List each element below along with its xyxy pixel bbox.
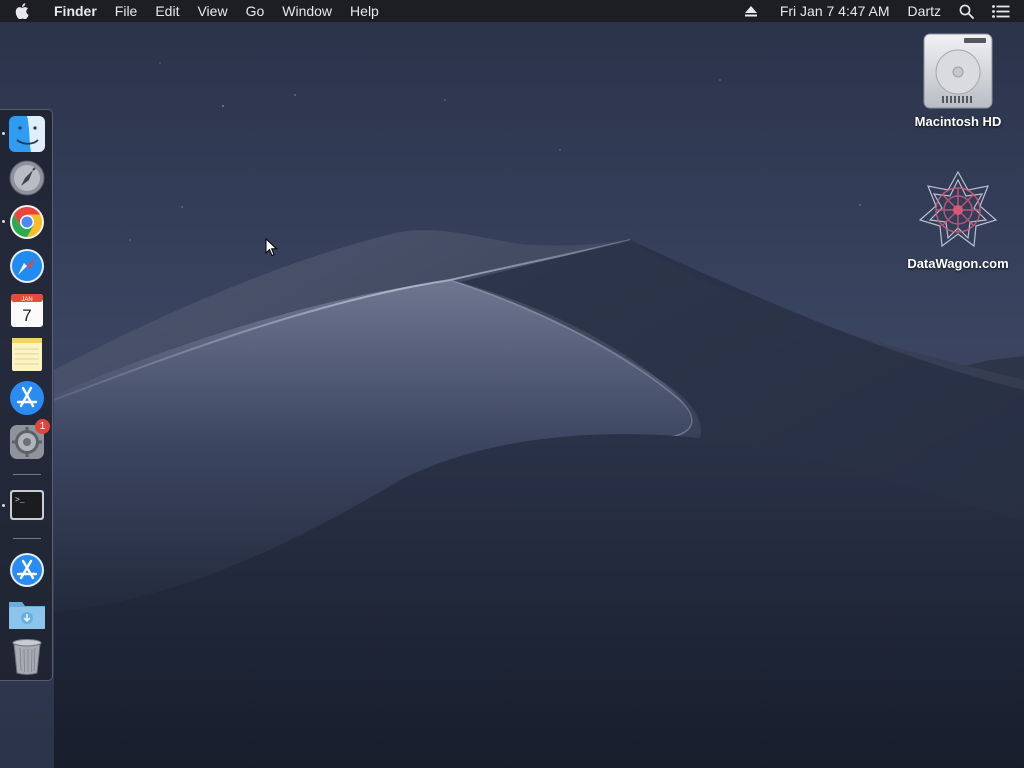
- desktop-icon-macintosh-hd[interactable]: Macintosh HD: [898, 32, 1018, 129]
- dock-item-trash[interactable]: [8, 638, 46, 676]
- menu-help[interactable]: Help: [341, 0, 388, 22]
- desktop-icon-label: Macintosh HD: [914, 114, 1002, 129]
- menu-app-finder[interactable]: Finder: [44, 0, 106, 22]
- menubar-user-name[interactable]: Dartz: [899, 0, 950, 22]
- dock-separator: [13, 538, 41, 539]
- desktop-wallpaper: [0, 0, 1024, 768]
- dock-item-chrome[interactable]: [8, 203, 46, 241]
- running-indicator: [2, 504, 5, 507]
- badge-count: 1: [39, 421, 46, 432]
- terminal-prompt: >_: [15, 496, 25, 505]
- datawagon-logo-icon: [918, 170, 998, 248]
- spotlight-search-icon[interactable]: [950, 0, 983, 22]
- calendar-day-label: 7: [22, 306, 31, 325]
- mouse-cursor-icon: [265, 238, 278, 257]
- chrome-icon: [10, 205, 44, 239]
- notification-badge: 1: [35, 419, 50, 434]
- dock-item-notes[interactable]: [8, 335, 46, 373]
- menubar-clock[interactable]: Fri Jan 7 4:47 AM: [766, 0, 899, 22]
- calendar-month-label: JAN: [21, 297, 32, 303]
- dock-item-terminal[interactable]: >_: [8, 486, 46, 524]
- menu-view[interactable]: View: [188, 0, 236, 22]
- menu-go[interactable]: Go: [237, 0, 274, 22]
- dock-item-app-store[interactable]: [8, 379, 46, 417]
- running-indicator: [2, 132, 5, 135]
- notes-icon: [12, 338, 42, 371]
- desktop-icon-datawagon[interactable]: DataWagon.com: [898, 168, 1018, 271]
- dock-item-finder[interactable]: [8, 115, 46, 153]
- notification-center-icon[interactable]: [983, 0, 1024, 22]
- menu-bar: Finder File Edit View Go Window Help Fri…: [0, 0, 1024, 22]
- dock-item-downloads[interactable]: [8, 595, 46, 633]
- safari-icon: [10, 249, 44, 283]
- menu-window[interactable]: Window: [273, 0, 341, 22]
- app-store-icon: [10, 381, 44, 415]
- finder-icon: [9, 116, 45, 152]
- hard-drive-icon: [923, 33, 993, 109]
- desktop-icon-label: DataWagon.com: [907, 256, 1009, 271]
- trash-icon: [12, 639, 42, 675]
- downloads-folder-icon: [9, 602, 45, 629]
- dock-item-launchpad[interactable]: [8, 159, 46, 197]
- menu-file[interactable]: File: [106, 0, 147, 22]
- app-store-icon: [10, 553, 44, 587]
- dock-item-system-preferences[interactable]: 1: [8, 419, 50, 461]
- dock-separator: [13, 474, 41, 475]
- terminal-icon: >_: [10, 490, 44, 520]
- running-indicator: [2, 220, 5, 223]
- eject-icon[interactable]: [736, 0, 766, 22]
- launchpad-icon: [9, 160, 45, 196]
- menu-edit[interactable]: Edit: [146, 0, 188, 22]
- dock-item-calendar[interactable]: JAN 7: [8, 291, 46, 329]
- apple-logo-icon[interactable]: [0, 0, 44, 22]
- dock: JAN 7 1 >_: [0, 109, 53, 681]
- dock-item-safari[interactable]: [8, 247, 46, 285]
- calendar-icon: JAN 7: [11, 294, 43, 327]
- dock-item-app-store-downloads[interactable]: [8, 551, 46, 589]
